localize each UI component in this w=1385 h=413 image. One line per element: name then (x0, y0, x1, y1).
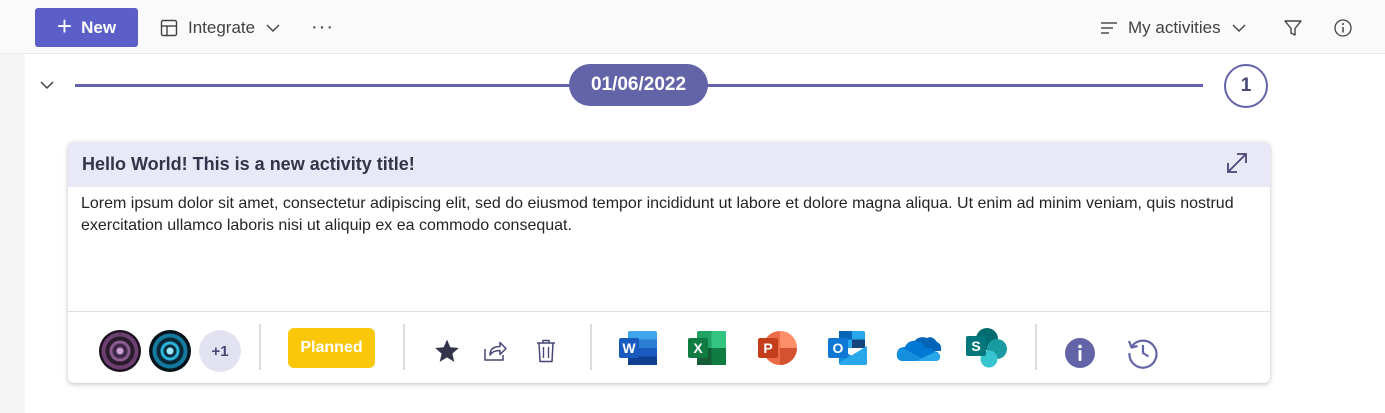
more-options-button[interactable]: ··· (311, 8, 334, 47)
excel-button[interactable]: X (687, 329, 727, 367)
activity-info-button[interactable] (1064, 337, 1096, 369)
activity-card-header: Hello World! This is a new activity titl… (68, 142, 1270, 187)
svg-text:X: X (693, 340, 703, 356)
collapse-chevron-icon[interactable] (38, 76, 56, 94)
activity-title: Hello World! This is a new activity titl… (82, 154, 415, 174)
outlook-button[interactable]: O (827, 329, 869, 367)
view-selector[interactable]: My activities (1100, 8, 1247, 47)
sharepoint-button[interactable]: S (965, 327, 1009, 369)
info-button[interactable] (1333, 8, 1353, 47)
powerpoint-icon: P (758, 331, 797, 365)
integrate-menu[interactable]: Integrate (160, 8, 281, 47)
new-button-label: New (81, 17, 117, 37)
delete-button[interactable] (531, 336, 561, 366)
activity-card: Hello World! This is a new activity titl… (68, 142, 1270, 383)
avatar[interactable] (149, 330, 191, 372)
powerpoint-button[interactable]: P (757, 329, 799, 367)
svg-text:S: S (971, 338, 980, 354)
view-selector-label: My activities (1128, 17, 1221, 37)
list-icon (1101, 21, 1117, 34)
integrate-label: Integrate (188, 17, 256, 37)
chevron-down-icon (266, 24, 280, 32)
word-icon: W (619, 331, 657, 365)
word-button[interactable]: W (618, 329, 658, 367)
favorite-button[interactable] (432, 336, 462, 366)
excel-icon: X (688, 331, 726, 365)
onedrive-icon (896, 337, 942, 361)
share-icon (484, 341, 507, 361)
avatar[interactable] (99, 330, 141, 372)
chevron-down-icon (1232, 24, 1246, 32)
footer-divider (590, 324, 592, 370)
new-button[interactable]: + New (35, 8, 138, 47)
svg-text:W: W (622, 340, 636, 356)
svg-text:O: O (833, 340, 844, 356)
activity-description: Lorem ipsum dolor sit amet, consectetur … (81, 195, 1234, 234)
footer-divider (403, 324, 405, 370)
date-pill: 01/06/2022 (569, 64, 708, 106)
toolbar: + New Integrate ··· My activities (0, 0, 1385, 54)
activity-card-footer: +1 Planned W X P O S (68, 311, 1270, 383)
status-badge[interactable]: Planned (288, 328, 375, 368)
delete-icon (537, 339, 555, 363)
star-icon (435, 339, 459, 362)
more-icon: ··· (311, 16, 334, 38)
info-icon (1065, 338, 1095, 368)
footer-divider (259, 324, 261, 370)
more-participants-button[interactable]: +1 (199, 330, 241, 372)
activity-count-badge: 1 (1224, 64, 1268, 108)
expand-icon[interactable] (1224, 150, 1250, 176)
onedrive-button[interactable] (896, 332, 942, 364)
plus-icon: + (56, 11, 73, 41)
share-button[interactable] (480, 336, 510, 366)
integrate-icon (160, 19, 178, 36)
sharepoint-icon: S (966, 328, 1007, 368)
footer-divider (1035, 324, 1037, 370)
svg-text:P: P (763, 340, 772, 356)
history-icon (1127, 339, 1158, 369)
filter-button[interactable] (1283, 8, 1303, 47)
info-icon (1334, 18, 1352, 37)
filter-icon (1284, 19, 1302, 36)
outlook-icon: O (828, 331, 867, 365)
history-button[interactable] (1125, 335, 1161, 371)
